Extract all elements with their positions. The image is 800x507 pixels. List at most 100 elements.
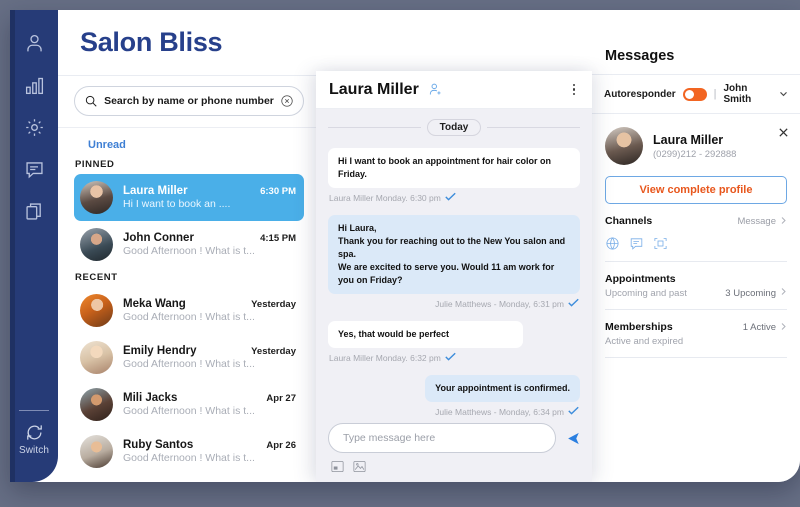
template-icon[interactable]	[330, 459, 345, 474]
view-complete-profile-button[interactable]: View complete profile	[605, 176, 787, 204]
day-divider-label: Today	[427, 119, 482, 136]
search-area	[58, 76, 316, 128]
switch-label: Switch	[19, 445, 49, 456]
list-item[interactable]: Meka Wang Yesterday Good Afternoon ! Wha…	[74, 287, 304, 334]
message-meta: Laura Miller Monday. 6:30 pm	[329, 192, 580, 203]
left-nav-rail: Switch	[10, 10, 58, 482]
channel-icons	[605, 236, 787, 251]
refresh-icon	[25, 423, 44, 442]
conversation-time: 4:15 PM	[260, 233, 296, 244]
check-icon	[445, 192, 456, 203]
chevron-right-icon	[780, 216, 787, 228]
message-meta: Julie Matthews - Monday, 6:31 pm	[329, 298, 579, 309]
recent-section-label: RECENT	[58, 268, 316, 287]
bar-chart-icon[interactable]	[19, 70, 49, 100]
conversation-time: 6:30 PM	[260, 186, 296, 197]
gear-icon[interactable]	[19, 112, 49, 142]
switch-account-control[interactable]: Switch	[10, 410, 58, 456]
conversation-name: Mili Jacks	[123, 392, 177, 404]
section-value: 1 Active	[743, 322, 787, 334]
app-window: Switch Salon Bliss Unread PINNED	[10, 10, 800, 482]
message-text: Yes, that would be perfect	[328, 321, 523, 348]
section-title: Memberships	[605, 321, 673, 333]
filter-tabs: Unread	[58, 128, 316, 155]
message-bubble-incoming: Yes, that would be perfect	[328, 321, 580, 348]
message-bubble-incoming: Hi I want to book an appointment for hai…	[328, 148, 580, 188]
section-value: 3 Upcoming	[725, 287, 787, 299]
autoresponder-toggle[interactable]	[683, 88, 707, 101]
list-item[interactable]: Emily Hendry Yesterday Good Afternoon ! …	[74, 334, 304, 381]
section-subtitle: Upcoming and past	[605, 288, 687, 299]
divider-pipe: |	[714, 88, 717, 100]
avatar	[80, 341, 113, 374]
section-value: Message	[737, 216, 787, 228]
section-title: Channels	[605, 215, 652, 227]
avatar	[80, 294, 113, 327]
chevron-right-icon	[780, 322, 787, 334]
screenshot-root: Switch Salon Bliss Unread PINNED	[0, 0, 800, 507]
section-subtitle: Active and expired	[605, 336, 787, 347]
messages-side-panel: Messages Autoresponder | John Smith Laur…	[592, 20, 800, 482]
person-icon[interactable]	[19, 28, 49, 58]
conversation-preview: Good Afternoon ! What is t...	[123, 405, 296, 417]
message-bubble-outgoing: Your appointment is confirmed.	[328, 375, 580, 402]
documents-icon[interactable]	[19, 196, 49, 226]
conversation-preview: Good Afternoon ! What is t...	[123, 358, 296, 370]
list-item[interactable]: Mili Jacks Apr 27 Good Afternoon ! What …	[74, 381, 304, 428]
add-person-icon[interactable]	[428, 82, 443, 97]
check-icon	[568, 406, 579, 417]
close-icon[interactable]	[778, 125, 789, 143]
conversation-name: Laura Miller	[123, 185, 188, 197]
contact-phone: (0299)212 - 292888	[653, 149, 736, 160]
tab-unread[interactable]: Unread	[88, 139, 126, 151]
list-item[interactable]: John Conner 4:15 PM Good Afternoon ! Wha…	[74, 221, 304, 268]
image-icon[interactable]	[352, 459, 367, 474]
chat-panel: Laura Miller Today Hi I want to book an …	[316, 71, 592, 482]
contact-name: Laura Miller	[653, 133, 736, 147]
section-appointments[interactable]: Appointments Upcoming and past 3 Upcomin…	[605, 262, 787, 311]
messages-panel-title: Messages	[592, 20, 800, 75]
search-icon	[84, 94, 98, 108]
rail-divider	[19, 410, 49, 411]
message-input[interactable]	[328, 423, 556, 453]
conversation-list-panel: Unread PINNED Laura Miller 6:30 PM Hi I …	[58, 76, 316, 482]
qr-scan-icon[interactable]	[653, 236, 668, 251]
kebab-menu-icon[interactable]	[569, 80, 580, 100]
check-icon	[445, 352, 456, 363]
globe-icon[interactable]	[605, 236, 620, 251]
message-meta: Julie Matthews - Monday, 6:34 pm	[329, 406, 579, 417]
message-thread: Today Hi I want to book an appointment f…	[316, 109, 592, 417]
message-text: Your appointment is confirmed.	[425, 375, 580, 402]
conversation-preview: Good Afternoon ! What is t...	[123, 452, 296, 464]
conversation-list: Laura Miller 6:30 PM Hi I want to book a…	[58, 174, 316, 482]
autoresponder-label: Autoresponder	[604, 89, 676, 100]
user-selector[interactable]: John Smith	[723, 83, 788, 105]
send-icon[interactable]	[565, 431, 580, 446]
chat-bubble-icon[interactable]	[629, 236, 644, 251]
day-divider: Today	[328, 119, 580, 136]
list-item[interactable]: Laura Miller 6:30 PM Hi I want to book a…	[74, 174, 304, 221]
chat-contact-name: Laura Miller	[329, 81, 419, 99]
avatar	[605, 127, 643, 165]
avatar	[80, 228, 113, 261]
avatar	[80, 435, 113, 468]
conversation-time: Apr 26	[266, 440, 296, 451]
conversation-time: Yesterday	[251, 299, 296, 310]
conversation-preview: Hi I want to book an ....	[123, 198, 296, 210]
list-item[interactable]: Ruby Santos Apr 26 Good Afternoon ! What…	[74, 428, 304, 475]
section-memberships[interactable]: Memberships 1 Active Active and expired	[605, 310, 787, 358]
conversation-name: Ruby Santos	[123, 439, 193, 451]
message-text: Hi Laura, Thank you for reaching out to …	[328, 215, 580, 294]
conversation-name: Meka Wang	[123, 298, 186, 310]
conversation-time: Yesterday	[251, 346, 296, 357]
section-channels[interactable]: Channels Message	[605, 204, 787, 262]
search-input[interactable]	[98, 95, 280, 107]
message-composer	[316, 417, 592, 482]
section-title: Appointments	[605, 273, 676, 285]
search-box[interactable]	[74, 86, 304, 116]
conversation-preview: Good Afternoon ! What is t...	[123, 311, 296, 323]
clear-circle-icon[interactable]	[280, 94, 294, 108]
autoresponder-row: Autoresponder | John Smith	[592, 75, 800, 114]
conversation-name: John Conner	[123, 232, 194, 244]
chat-icon[interactable]	[19, 154, 49, 184]
